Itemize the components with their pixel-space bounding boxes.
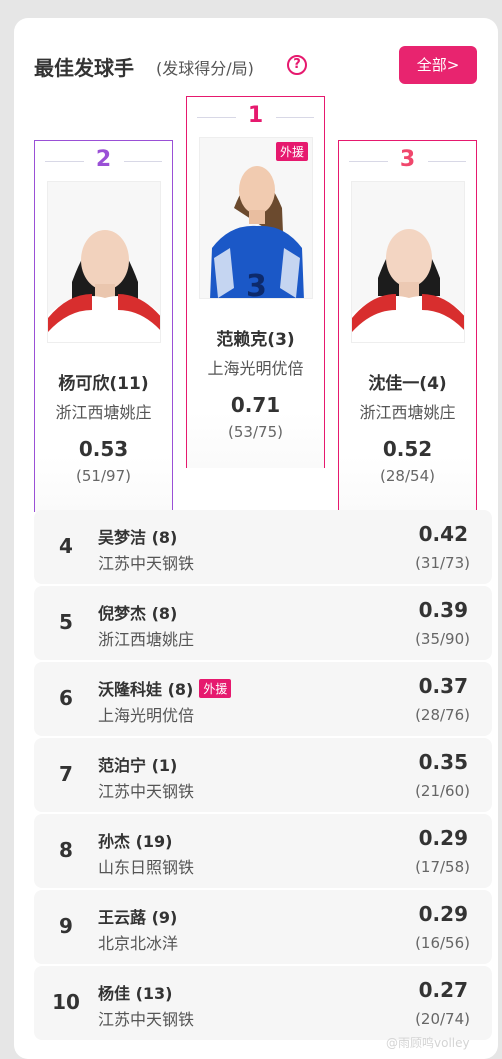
- ranking-row[interactable]: 8 孙杰 (19) 山东日照钢铁 0.29 (17/58): [34, 814, 492, 888]
- player-team: 北京北冰洋: [98, 934, 179, 953]
- rank-number: 8: [59, 838, 73, 862]
- ranking-row[interactable]: 6 沃隆科娃 (8) 外援 上海光明优倍 0.37 (28/76): [34, 662, 492, 736]
- serve-score: 0.29: [418, 826, 468, 850]
- player-team: 浙江西塘姚庄: [98, 630, 195, 649]
- serve-score: 0.37: [418, 674, 468, 698]
- serve-score: 0.53: [78, 437, 129, 461]
- serve-fraction: (28/54): [380, 467, 435, 485]
- svg-text:3: 3: [246, 269, 267, 299]
- player-name: 吴梦洁 (8): [98, 528, 178, 547]
- ranking-row[interactable]: 10 杨佳 (13) 江苏中天钢铁 0.27 (20/74): [34, 966, 492, 1040]
- player-team: 上海光明优倍: [98, 706, 195, 725]
- player-team: 江苏中天钢铁: [98, 782, 195, 801]
- serve-leaders-card: 最佳发球手 (发球得分/局) ? 全部> 2 杨可欣(11) 浙江西塘姚庄 0.…: [14, 18, 498, 1059]
- player-team: 上海光明优倍: [207, 359, 304, 378]
- serve-score: 0.35: [418, 750, 468, 774]
- player-team: 山东日照钢铁: [98, 858, 195, 877]
- ranking-row[interactable]: 9 王云蕗 (9) 北京北冰洋 0.29 (16/56): [34, 890, 492, 964]
- serve-score: 0.29: [418, 902, 468, 926]
- serve-score: 0.27: [418, 978, 468, 1002]
- podium-rank-2[interactable]: 2 杨可欣(11) 浙江西塘姚庄 0.53 (51/97): [34, 140, 173, 512]
- serve-fraction: (31/73): [415, 554, 470, 572]
- rank-number: 3: [387, 147, 428, 172]
- player-photo: [351, 181, 465, 343]
- player-name: 杨可欣(11): [58, 374, 149, 394]
- serve-fraction: (21/60): [415, 782, 470, 800]
- foreign-player-badge: 外援: [199, 678, 232, 698]
- player-name: 倪梦杰 (8): [98, 604, 178, 623]
- podium-rank-3[interactable]: 3 沈佳一(4) 浙江西塘姚庄 0.52 (28/54): [338, 140, 477, 512]
- card-subtitle: (发球得分/局): [156, 59, 254, 78]
- player-name: 王云蕗 (9): [98, 908, 178, 927]
- foreign-player-badge: 外援: [275, 142, 308, 161]
- serve-score: 0.39: [418, 598, 468, 622]
- serve-fraction: (51/97): [76, 467, 131, 485]
- card-title: 最佳发球手: [34, 56, 134, 80]
- ranking-row[interactable]: 7 范泊宁 (1) 江苏中天钢铁 0.35 (21/60): [34, 738, 492, 812]
- rank-number: 10: [52, 990, 80, 1014]
- serve-score: 0.71: [230, 393, 281, 417]
- serve-fraction: (53/75): [228, 423, 283, 441]
- rank-number: 7: [59, 762, 73, 786]
- rank-number: 9: [59, 914, 73, 938]
- serve-fraction: (16/56): [415, 934, 470, 952]
- rank-number: 6: [59, 686, 73, 710]
- player-name: 孙杰 (19): [98, 832, 173, 851]
- player-name: 沃隆科娃 (8): [98, 680, 194, 699]
- player-name: 范泊宁 (1): [98, 756, 178, 775]
- view-all-button[interactable]: 全部>: [399, 46, 477, 84]
- player-name: 范赖克(3): [216, 330, 295, 350]
- player-team: 江苏中天钢铁: [98, 554, 195, 573]
- watermark: @雨顾鸣volley: [386, 1036, 470, 1050]
- rank-number: 5: [59, 610, 73, 634]
- serve-fraction: (35/90): [415, 630, 470, 648]
- help-icon[interactable]: ?: [287, 55, 307, 75]
- player-avatar-icon: 3: [200, 138, 312, 299]
- player-name: 沈佳一(4): [368, 374, 447, 394]
- podium-rank-1[interactable]: 1 3 外援 范赖克(3) 上海光明优倍 0.71 (53/75): [186, 96, 325, 468]
- player-team: 浙江西塘姚庄: [55, 403, 152, 422]
- player-avatar-icon: [352, 182, 464, 342]
- serve-fraction: (20/74): [415, 1010, 470, 1028]
- rank-number: 4: [59, 534, 73, 558]
- serve-score: 0.52: [382, 437, 433, 461]
- serve-score: 0.42: [418, 522, 468, 546]
- player-team: 江苏中天钢铁: [98, 1010, 195, 1029]
- serve-fraction: (28/76): [415, 706, 470, 724]
- player-avatar-icon: [48, 182, 160, 342]
- ranking-row[interactable]: 4 吴梦洁 (8) 江苏中天钢铁 0.42 (31/73): [34, 510, 492, 584]
- player-photo: 3 外援: [199, 137, 313, 299]
- rank-number: 2: [83, 147, 124, 172]
- ranking-row[interactable]: 5 倪梦杰 (8) 浙江西塘姚庄 0.39 (35/90): [34, 586, 492, 660]
- serve-fraction: (17/58): [415, 858, 470, 876]
- rank-number: 1: [235, 103, 276, 128]
- player-photo: [47, 181, 161, 343]
- player-team: 浙江西塘姚庄: [359, 403, 456, 422]
- player-name: 杨佳 (13): [98, 984, 173, 1003]
